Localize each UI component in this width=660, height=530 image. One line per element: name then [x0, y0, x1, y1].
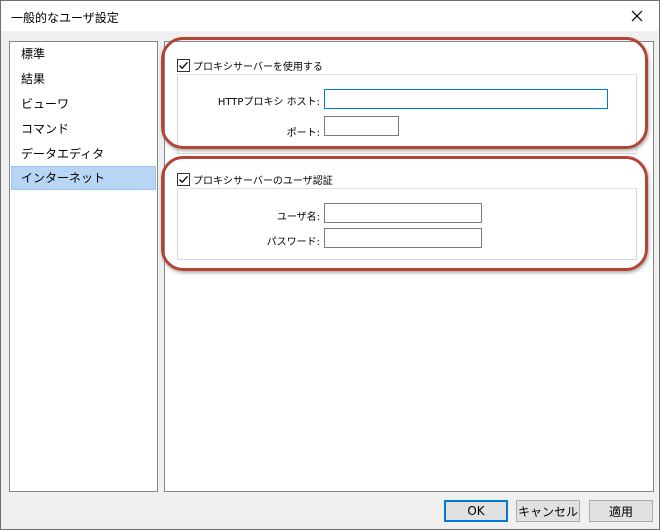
- settings-dialog: 一般的なユーザ設定 標準 結果 ビューワ コマンド データエディタ インターネッ…: [0, 0, 660, 530]
- use-proxy-checkbox[interactable]: [177, 59, 190, 72]
- username-label: ユーザ名:: [276, 212, 320, 223]
- category-list[interactable]: 標準 結果 ビューワ コマンド データエディタ インターネット: [9, 41, 158, 492]
- ok-button[interactable]: OK: [444, 500, 508, 522]
- http-proxy-host-label: HTTPプロキシ ホスト:: [217, 97, 320, 108]
- sidebar-item-standard[interactable]: 標準: [11, 42, 156, 66]
- proxy-auth-checkbox[interactable]: [177, 173, 190, 186]
- username-input[interactable]: [324, 203, 482, 223]
- proxy-auth-row: プロキシサーバーのユーザ認証: [177, 172, 333, 187]
- apply-button[interactable]: 適用: [589, 500, 653, 522]
- use-proxy-row: プロキシサーバーを使用する: [177, 58, 323, 73]
- settings-panel: プロキシサーバーを使用する HTTPプロキシ ホスト: ポート: プロキシサーバ…: [164, 41, 654, 492]
- use-proxy-label[interactable]: プロキシサーバーを使用する: [193, 58, 323, 73]
- port-input[interactable]: [324, 116, 399, 136]
- cancel-button[interactable]: キャンセル: [516, 500, 580, 522]
- window-title: 一般的なユーザ設定: [11, 11, 119, 25]
- proxy-group-box: [177, 74, 637, 154]
- port-label: ポート:: [286, 128, 320, 139]
- sidebar-item-results[interactable]: 結果: [11, 67, 156, 91]
- sidebar-item-data-editor[interactable]: データエディタ: [11, 142, 156, 166]
- close-icon: [631, 10, 643, 22]
- close-button[interactable]: [615, 1, 659, 31]
- proxy-auth-label[interactable]: プロキシサーバーのユーザ認証: [193, 172, 333, 187]
- sidebar-item-viewer[interactable]: ビューワ: [11, 92, 156, 116]
- http-proxy-host-input[interactable]: [324, 89, 608, 109]
- checkmark-icon: [179, 61, 188, 70]
- title-bar: 一般的なユーザ設定: [1, 1, 659, 31]
- password-input[interactable]: [324, 228, 482, 248]
- password-label: パスワード:: [266, 237, 320, 248]
- sidebar-item-internet[interactable]: インターネット: [11, 166, 156, 190]
- sidebar-item-command[interactable]: コマンド: [11, 117, 156, 141]
- auth-group-box: [177, 188, 637, 260]
- checkmark-icon: [179, 175, 188, 184]
